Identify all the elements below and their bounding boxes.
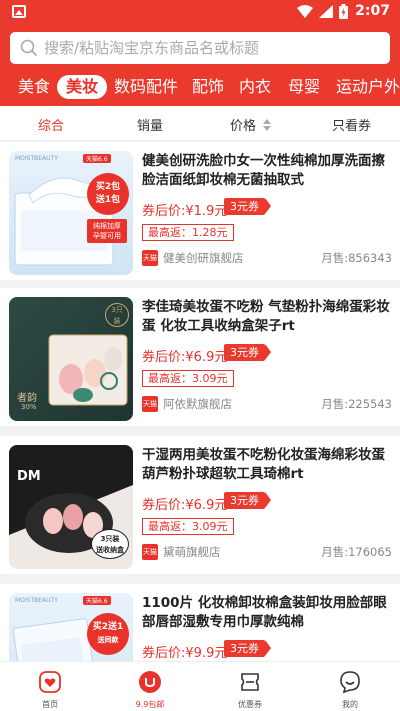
feature-tag: 纯棉加厚 孕婴可用 — [87, 219, 127, 243]
clock: 2:07 — [355, 3, 390, 19]
sort-default[interactable]: 综合 — [38, 115, 64, 134]
coupon-badge[interactable]: 3元券 — [224, 492, 271, 509]
promo-badge: 买2送1 送同款 — [87, 613, 129, 655]
price-value: ¥6.9元 — [185, 498, 228, 513]
monthly-sales: 月售:225543 — [321, 397, 392, 411]
category-tab-beauty[interactable]: 美妆 — [57, 75, 108, 99]
promo-tag: 天猫6.6 — [83, 154, 111, 163]
price-label: 券后价: — [142, 350, 186, 365]
tab-profile[interactable]: 我的 — [310, 666, 390, 710]
tab-label: 优惠券 — [238, 700, 262, 709]
coupon-icon — [241, 673, 259, 691]
header: 美食 美妆 数码配件 配饰 内衣 母婴 运动户外 — [0, 24, 400, 106]
signal-icon — [319, 5, 333, 18]
gallery-icon — [12, 5, 26, 18]
price-label: 券后价: — [142, 498, 186, 513]
product-title[interactable]: 健美创研洗脸巾女一次性纯棉加厚洗面擦脸洁面纸卸妆棉无菌抽取式 — [142, 152, 394, 190]
brand-logo-text: DM — [17, 469, 41, 484]
battery-icon — [339, 4, 348, 19]
tab-free-shipping[interactable]: 9.9包邮 — [110, 666, 190, 710]
profile-icon — [340, 671, 360, 694]
product-card[interactable]: MOISTBEAUTY 天猫6.6 买2包 送1包 纯棉加厚 孕婴可用 健美创研洗脸… — [0, 142, 400, 280]
free-shipping-icon — [139, 671, 161, 693]
product-card[interactable]: 3只装 者韵 30% 李佳琦美妆蛋不吃粉 气垫粉扑海绵蛋彩妆蛋 化妆工具收纳盒架… — [0, 288, 400, 426]
monthly-sales: 月售:856343 — [321, 251, 392, 265]
count-badge: 3只装 送收纳盒 — [91, 529, 129, 559]
product-card[interactable]: DM 3只装 送收纳盒 干湿两用美妆蛋不吃粉化妆蛋海绵彩妆蛋葫芦粉扑球超软工具琦棉… — [0, 436, 400, 574]
category-tab-digital-accessories[interactable]: 数码配件 — [114, 75, 178, 99]
sort-price-label: 价格 — [230, 119, 257, 134]
search-icon — [20, 39, 38, 57]
category-tab-accessories[interactable]: 配饰 — [192, 75, 224, 99]
price-row: 券后价:¥1.9元 — [142, 200, 227, 219]
system-icons — [297, 4, 348, 19]
shop-name[interactable]: 阿依默旗舰店 — [163, 396, 232, 412]
tab-label: 我的 — [342, 700, 358, 709]
status-bar: 2:07 — [0, 0, 400, 24]
tab-label: 9.9包邮 — [135, 700, 165, 709]
sort-bar: 综合 销量 价格 只看券 — [0, 106, 400, 140]
price-value: ¥9.9元 — [185, 646, 228, 661]
price-value: ¥6.9元 — [185, 350, 228, 365]
price-row: 券后价:¥6.9元 — [142, 494, 227, 513]
price-label: 券后价: — [142, 646, 186, 661]
tmall-icon: 天猫 — [142, 544, 158, 560]
category-tab-food[interactable]: 美食 — [18, 75, 50, 99]
tmall-icon: 天猫 — [142, 250, 158, 266]
product-title[interactable]: 干湿两用美妆蛋不吃粉化妆蛋海绵彩妆蛋葫芦粉扑球超软工具琦棉rt — [142, 446, 394, 484]
price-row: 券后价:¥9.9元 — [142, 642, 227, 661]
shop-name[interactable]: 黛萌旗舰店 — [163, 544, 221, 560]
count-badge: 3只装 — [105, 303, 129, 327]
rebate-badge: 最高返：3.09元 — [142, 518, 234, 535]
coupon-badge[interactable]: 3元券 — [224, 344, 271, 361]
product-image[interactable]: MOISTBEAUTY 天猫6.6 买2包 送1包 纯棉加厚 孕婴可用 — [9, 151, 133, 275]
discount-text: 30% — [21, 403, 37, 411]
shop-row: 天猫 黛萌旗舰店 月售:176065 — [142, 544, 392, 560]
coupon-badge[interactable]: 3元券 — [224, 640, 271, 657]
wifi-icon — [297, 5, 313, 18]
brand-logo-text: MOISTBEAUTY — [15, 155, 58, 162]
price-label: 券后价: — [142, 204, 186, 219]
home-icon — [39, 671, 61, 693]
tab-coupons[interactable]: 优惠券 — [210, 666, 290, 710]
price-value: ¥1.9元 — [185, 204, 228, 219]
category-tabs: 美食 美妆 数码配件 配饰 内衣 母婴 运动户外 — [0, 74, 400, 102]
product-image[interactable]: DM 3只装 送收纳盒 — [9, 445, 133, 569]
brand-logo-text: MOISTBEAUTY — [15, 597, 58, 604]
promo-badge: 买2包 送1包 — [87, 173, 129, 215]
search-bar[interactable] — [10, 32, 390, 64]
coupon-badge[interactable]: 3元券 — [224, 198, 271, 215]
category-tab-underwear[interactable]: 内衣 — [239, 75, 271, 99]
brand-text: 者韵 — [17, 393, 37, 404]
sort-arrows-icon — [263, 119, 272, 131]
monthly-sales: 月售:176065 — [321, 545, 392, 559]
category-tab-sports[interactable]: 运动户外 — [336, 75, 400, 99]
bottom-tab-bar: 首页 9.9包邮 优惠券 我的 — [0, 661, 400, 711]
product-title[interactable]: 1100片 化妆棉卸妆棉盒装卸妆用脸部眼部唇部湿敷专用巾厚款纯棉 — [142, 594, 394, 632]
category-tab-baby[interactable]: 母婴 — [288, 75, 320, 99]
sort-price[interactable]: 价格 — [230, 115, 272, 134]
product-image[interactable]: 3只装 者韵 30% — [9, 297, 133, 421]
shop-name[interactable]: 健美创研旗舰店 — [163, 250, 244, 266]
price-row: 券后价:¥6.9元 — [142, 346, 227, 365]
search-input[interactable] — [44, 39, 364, 57]
product-title[interactable]: 李佳琦美妆蛋不吃粉 气垫粉扑海绵蛋彩妆蛋 化妆工具收纳盒架子rt — [142, 298, 394, 336]
rebate-badge: 最高返：3.09元 — [142, 370, 234, 387]
rebate-badge: 最高返：1.28元 — [142, 224, 234, 241]
shop-row: 天猫 阿依默旗舰店 月售:225543 — [142, 396, 392, 412]
promo-tag: 天猫6.6 — [83, 596, 111, 605]
tab-home[interactable]: 首页 — [10, 666, 90, 710]
sort-sales[interactable]: 销量 — [137, 115, 163, 134]
shop-row: 天猫 健美创研旗舰店 月售:856343 — [142, 250, 392, 266]
tmall-icon: 天猫 — [142, 396, 158, 412]
sort-coupon-only[interactable]: 只看券 — [332, 115, 371, 134]
tab-label: 首页 — [42, 700, 58, 709]
